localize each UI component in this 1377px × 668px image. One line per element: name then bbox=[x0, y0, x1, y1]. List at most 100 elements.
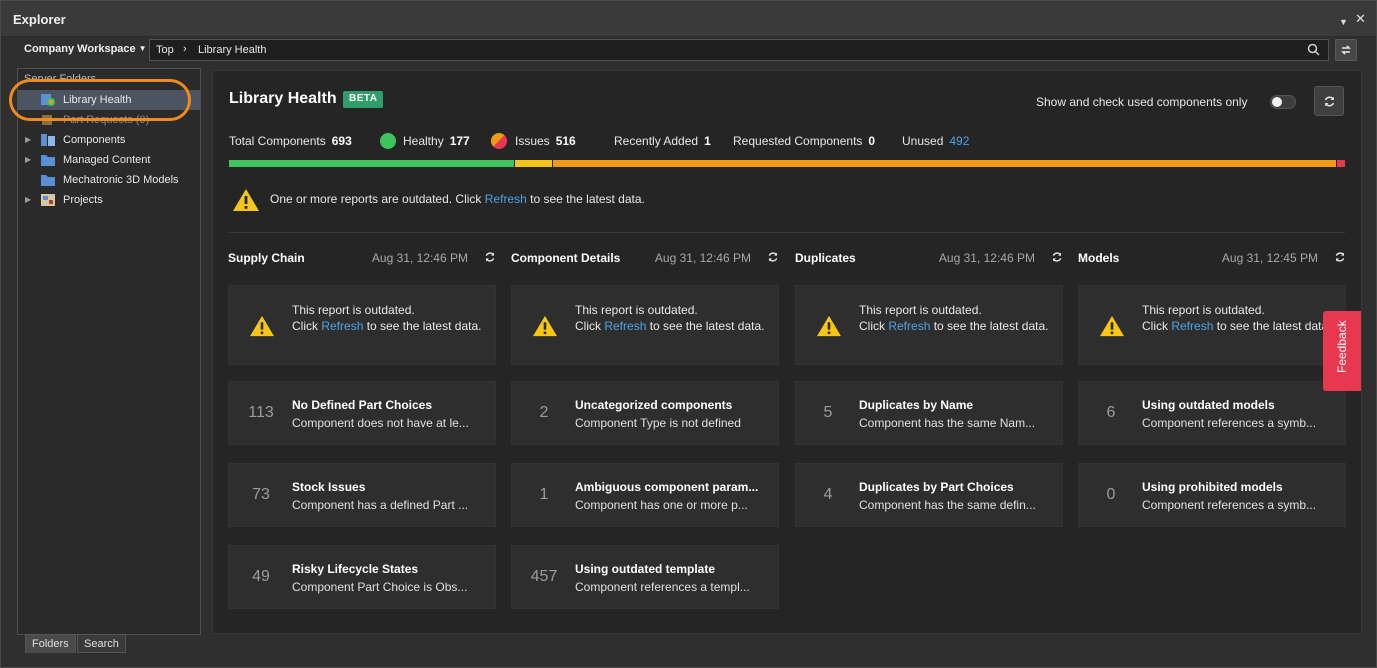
outdated-report-card: This report is outdated. Click Refresh to… bbox=[1078, 285, 1346, 365]
refresh-link[interactable]: Refresh bbox=[321, 319, 363, 333]
refresh-icon[interactable] bbox=[1051, 251, 1063, 263]
card-description: Component has the same Nam... bbox=[859, 416, 1036, 430]
expand-arrow-icon[interactable]: ▶ bbox=[25, 155, 31, 164]
explorer-window: Explorer ▼ ✕ Company Workspace ▼ Top › Li… bbox=[0, 0, 1377, 668]
tree-item-library-health[interactable]: Library Health bbox=[18, 90, 200, 110]
breadcrumb-library-health[interactable]: Library Health bbox=[198, 44, 266, 56]
report-card[interactable]: 2 Uncategorized components Component Typ… bbox=[511, 381, 779, 445]
expand-arrow-icon[interactable]: ▶ bbox=[25, 195, 31, 204]
card-title: Duplicates by Part Choices bbox=[859, 480, 1014, 494]
column-timestamp: Aug 31, 12:46 PM bbox=[654, 251, 751, 265]
recent-segment bbox=[515, 160, 552, 167]
refresh-all-button[interactable] bbox=[1314, 86, 1344, 116]
tab-search[interactable]: Search bbox=[77, 634, 126, 653]
report-card[interactable]: 1 Ambiguous component param... Component… bbox=[511, 463, 779, 527]
unused-segment bbox=[1337, 160, 1345, 167]
toggle-knob bbox=[1272, 97, 1282, 107]
refresh-link[interactable]: Refresh bbox=[485, 192, 527, 206]
divider bbox=[229, 232, 1345, 233]
card-description: Component does not have at le... bbox=[292, 416, 469, 430]
page-title: Library Health bbox=[229, 90, 337, 107]
refresh-icon[interactable] bbox=[1334, 251, 1346, 263]
address-bar: Company Workspace ▼ Top › Library Health bbox=[17, 39, 1362, 61]
stat-issues: Issues 516 bbox=[515, 134, 576, 148]
server-folders-tree: Server Folders Library Health Part Reque… bbox=[17, 68, 201, 635]
path-breadcrumb[interactable]: Top › Library Health bbox=[149, 39, 1329, 61]
outdated-report-card: This report is outdated. Click Refresh to… bbox=[795, 285, 1063, 365]
outdated-text: This report is outdated. Click Refresh to… bbox=[292, 303, 482, 333]
title-bar: Explorer ▼ ✕ bbox=[1, 1, 1376, 37]
tree-item-managed-content[interactable]: ▶ Managed Content bbox=[18, 150, 200, 170]
card-count: 6 bbox=[1106, 404, 1116, 421]
refresh-icon bbox=[1324, 96, 1335, 107]
stat-total: Total Components 693 bbox=[229, 134, 352, 148]
components-icon bbox=[41, 134, 55, 146]
card-title: Using prohibited models bbox=[1142, 480, 1283, 494]
card-title: No Defined Part Choices bbox=[292, 398, 433, 412]
refresh-icon[interactable] bbox=[767, 251, 779, 263]
warning-icon bbox=[250, 315, 274, 337]
tree-item-mechatronic-3d-models[interactable]: Mechatronic 3D Models bbox=[18, 170, 200, 190]
card-count: 5 bbox=[823, 404, 833, 421]
refresh-icon[interactable] bbox=[484, 251, 496, 263]
column-title: Component Details bbox=[511, 251, 621, 265]
refresh-link[interactable]: Refresh bbox=[888, 319, 930, 333]
sync-icon bbox=[1341, 45, 1351, 55]
column-title: Supply Chain bbox=[228, 251, 305, 265]
report-card[interactable]: 73 Stock Issues Component has a defined … bbox=[228, 463, 496, 527]
card-description: Component references a templ... bbox=[575, 580, 750, 594]
close-icon[interactable]: ✕ bbox=[1355, 11, 1366, 27]
report-card[interactable]: 49 Risky Lifecycle States Component Part… bbox=[228, 545, 496, 609]
tree-label: Library Health bbox=[63, 94, 132, 106]
issues-dot-icon bbox=[491, 133, 507, 149]
report-card[interactable]: 457 Using outdated template Component re… bbox=[511, 545, 779, 609]
projects-icon bbox=[41, 194, 55, 206]
stat-unused[interactable]: Unused 492 bbox=[902, 134, 969, 148]
card-count: 113 bbox=[248, 404, 274, 421]
report-card[interactable]: 113 No Defined Part Choices Component do… bbox=[228, 381, 496, 445]
refresh-link[interactable]: Refresh bbox=[1171, 319, 1213, 333]
tree-item-components[interactable]: ▶ Components bbox=[18, 130, 200, 150]
report-card[interactable]: 0 Using prohibited models Component refe… bbox=[1078, 463, 1346, 527]
feedback-tab[interactable]: Feedback bbox=[1323, 311, 1361, 391]
panel-menu-icon[interactable]: ▼ bbox=[1339, 14, 1348, 30]
column-timestamp: Aug 31, 12:45 PM bbox=[1221, 251, 1318, 265]
warning-icon bbox=[533, 315, 557, 337]
report-card[interactable]: 4 Duplicates by Part Choices Component h… bbox=[795, 463, 1063, 527]
card-description: Component has one or more p... bbox=[575, 498, 748, 512]
healthy-segment bbox=[229, 160, 514, 167]
report-card[interactable]: 6 Using outdated models Component refere… bbox=[1078, 381, 1346, 445]
card-title: Using outdated template bbox=[575, 562, 716, 576]
card-count: 73 bbox=[252, 486, 270, 503]
expand-arrow-icon[interactable]: ▶ bbox=[25, 135, 31, 144]
card-description: Component Type is not defined bbox=[575, 416, 741, 430]
card-description: Component Part Choice is Obs... bbox=[292, 580, 468, 594]
library-health-panel: Library Health BETA Show and check used … bbox=[212, 70, 1362, 634]
tree-label: Mechatronic 3D Models bbox=[63, 174, 179, 186]
tree-item-part-requests[interactable]: Part Requests (0) bbox=[18, 110, 200, 130]
stat-requested: Requested Components 0 bbox=[733, 134, 876, 148]
tab-folders[interactable]: Folders bbox=[25, 634, 76, 653]
card-title: Duplicates by Name bbox=[859, 398, 974, 412]
outdated-text: This report is outdated. Click Refresh to… bbox=[575, 303, 765, 333]
breadcrumb-top[interactable]: Top bbox=[156, 44, 174, 56]
used-components-toggle[interactable] bbox=[1270, 95, 1296, 109]
outdated-text: This report is outdated. Click Refresh to… bbox=[1142, 303, 1332, 333]
tree-item-projects[interactable]: ▶ Projects bbox=[18, 190, 200, 210]
card-title: Stock Issues bbox=[292, 480, 366, 494]
refresh-link[interactable]: Refresh bbox=[604, 319, 646, 333]
card-title: Uncategorized components bbox=[575, 398, 733, 412]
window-title: Explorer bbox=[13, 12, 66, 27]
chevron-right-icon: › bbox=[183, 43, 187, 55]
beta-badge: BETA bbox=[343, 91, 384, 108]
card-count: 0 bbox=[1106, 486, 1116, 503]
tree-header: Server Folders bbox=[24, 73, 97, 85]
feedback-label: Feedback bbox=[1335, 320, 1349, 373]
issues-segment bbox=[553, 160, 1336, 167]
tree-label: Projects bbox=[63, 194, 103, 206]
report-card[interactable]: 5 Duplicates by Name Component has the s… bbox=[795, 381, 1063, 445]
search-icon[interactable] bbox=[1307, 43, 1320, 61]
column-header: Supply Chain Aug 31, 12:46 PM bbox=[228, 249, 496, 265]
workspace-selector[interactable]: Company Workspace ▼ bbox=[24, 43, 147, 55]
sync-button[interactable] bbox=[1335, 39, 1357, 61]
